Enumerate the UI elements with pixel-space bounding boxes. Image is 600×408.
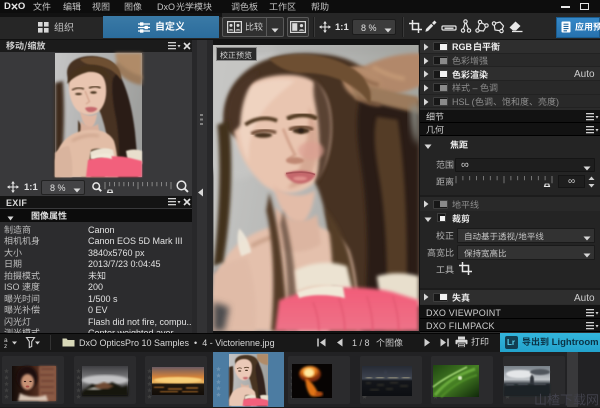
svg-text:z: z — [4, 343, 7, 350]
